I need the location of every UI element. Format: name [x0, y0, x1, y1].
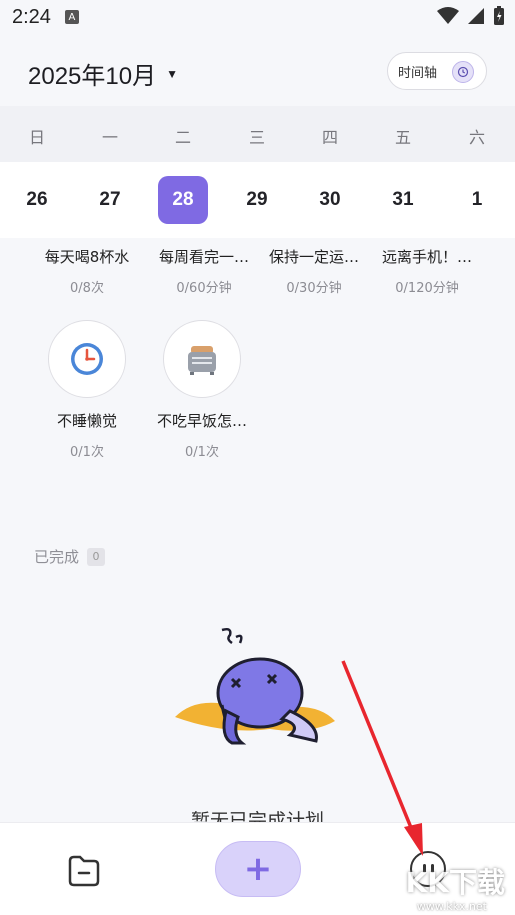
header: 2025年10月 ▼ 时间轴 [0, 34, 515, 106]
habit-progress: 0/60分钟 [176, 281, 232, 296]
weekday-label: 五 [394, 128, 411, 147]
date-cell[interactable]: 1 [452, 176, 502, 224]
habit-item[interactable]: 不吃早饭怎… 0/1次 [146, 320, 258, 460]
folder-icon[interactable] [66, 853, 102, 889]
wifi-icon [437, 7, 459, 24]
date-row: 26 27 28 29 30 31 1 [0, 162, 515, 238]
completed-section-header[interactable]: 已完成 0 [34, 546, 106, 567]
habit-progress: 0/1次 [185, 445, 219, 460]
habit-name: 不吃早饭怎… [156, 412, 247, 430]
month-title: 2025年10月 [28, 63, 157, 90]
weekday-label: 二 [174, 128, 191, 147]
habit-progress: 0/30分钟 [286, 281, 342, 296]
alarm-clock-icon [71, 343, 103, 375]
caret-down-icon: ▼ [166, 66, 178, 81]
date-cell[interactable]: 29 [232, 176, 282, 224]
weekday-label: 日 [28, 128, 45, 147]
watermark-url: www.kkx.net [416, 900, 487, 913]
weekday-label: 四 [321, 128, 338, 147]
habit-progress: 0/8次 [70, 281, 104, 296]
weekday-row: 日 一 二 三 四 五 六 [0, 106, 515, 162]
add-plan-button[interactable]: + [215, 841, 301, 897]
habit-item[interactable]: 远离手机！… 0/120分钟 [371, 246, 483, 296]
timeline-button[interactable]: 时间轴 [387, 52, 487, 90]
status-bar: 2:24 A [0, 0, 515, 34]
month-selector[interactable]: 2025年10月 ▼ [28, 56, 178, 91]
weekday-label: 六 [468, 128, 485, 147]
habit-item[interactable]: 保持一定运… 0/30分钟 [258, 246, 370, 296]
date-cell[interactable]: 30 [305, 176, 355, 224]
notification-icon: A [64, 10, 79, 24]
empty-state-illustration [175, 627, 335, 745]
timeline-clock-icon [452, 61, 474, 83]
habit-name: 不睡懒觉 [56, 412, 117, 430]
habit-item[interactable]: 每天喝8杯水 0/8次 [31, 246, 143, 296]
date-cell-selected[interactable]: 28 [158, 176, 208, 224]
date-cell[interactable]: 27 [85, 176, 135, 224]
habit-progress: 0/120分钟 [395, 281, 459, 296]
habit-name: 远离手机！… [381, 248, 472, 266]
timeline-label: 时间轴 [398, 65, 438, 81]
habit-item[interactable]: 不睡懒觉 0/1次 [31, 320, 143, 460]
habit-icon-circle [163, 320, 241, 398]
completed-count-badge: 0 [87, 547, 106, 566]
signal-icon [468, 8, 484, 24]
date-cell[interactable]: 26 [12, 176, 62, 224]
habit-progress: 0/1次 [70, 445, 104, 460]
status-icons [437, 6, 505, 26]
toaster-icon [188, 346, 216, 375]
habit-name: 每天喝8杯水 [44, 248, 130, 266]
weekday-label: 一 [101, 128, 118, 147]
battery-icon [494, 6, 504, 25]
completed-label: 已完成 [34, 548, 80, 566]
habit-name: 保持一定运… [268, 248, 359, 266]
watermark-logo: KK下载 [405, 866, 505, 899]
habit-item[interactable]: 每周看完一… 0/60分钟 [148, 246, 260, 296]
habit-name: 每周看完一… [158, 248, 249, 266]
date-cell[interactable]: 31 [378, 176, 428, 224]
status-time: 2:24 [12, 5, 51, 28]
weekday-label: 三 [248, 128, 265, 147]
habit-icon-circle [48, 320, 126, 398]
